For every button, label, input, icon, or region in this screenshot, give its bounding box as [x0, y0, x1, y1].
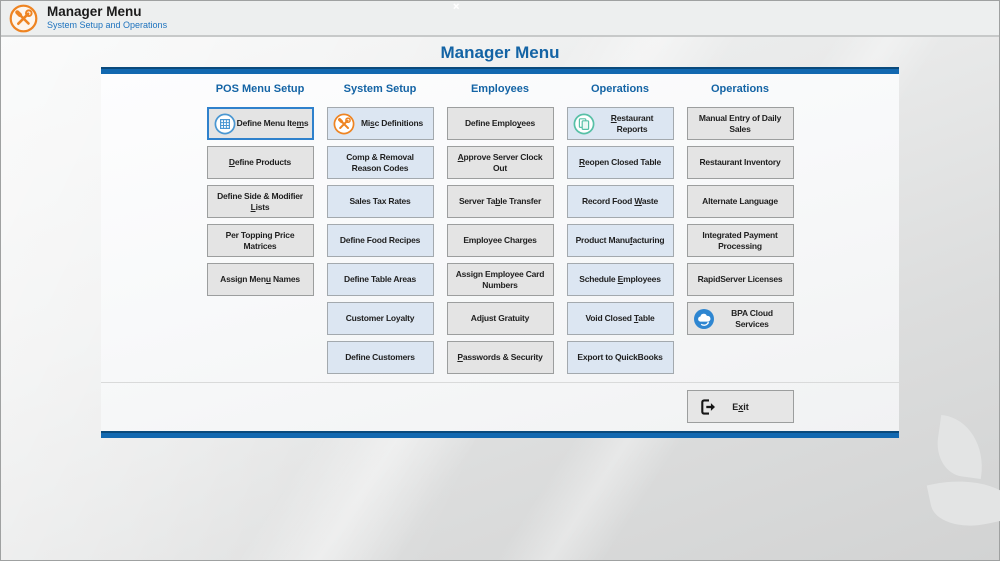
button-comp-and-removal-reason-codes[interactable]: Comp & Removal Reason Codes [327, 146, 434, 179]
menu-column-operations-4: Operations Restaurant Reports Reopen Close… [567, 83, 674, 374]
titleblock: Manager Menu System Setup and Operations [47, 5, 167, 31]
button-label: Product Manufacturing [576, 235, 665, 245]
button-export-to-quickbooks[interactable]: Export to QuickBooks [567, 341, 674, 374]
menu-columns: POS Menu Setup Define Menu Items Define Pr… [101, 74, 899, 374]
exit-row: Exit [101, 383, 899, 431]
button-reopen-closed-table[interactable]: Reopen Closed Table [567, 146, 674, 179]
exit-button[interactable]: Exit [687, 390, 794, 423]
content: POS Menu Setup Define Menu Items Define Pr… [101, 67, 899, 438]
cloud-icon [693, 308, 715, 330]
menu-column-employees-3: Employees Define Employees Approve Server … [447, 83, 554, 374]
button-label: Misc Definitions [361, 118, 423, 128]
button-record-food-waste[interactable]: Record Food Waste [567, 185, 674, 218]
button-label: Define Products [229, 157, 291, 167]
button-alternate-language[interactable]: Alternate Language [687, 185, 794, 218]
button-define-side-and-modifier-lists[interactable]: Define Side & Modifier Lists [207, 185, 314, 218]
button-label: Exit [732, 402, 749, 412]
button-define-menu-items[interactable]: Define Menu Items [207, 107, 314, 140]
button-label: BPA Cloud Services [715, 308, 790, 328]
menu-column-operations-5: Operations Manual Entry of Daily Sales Res… [687, 83, 794, 374]
column-header: Employees [447, 83, 554, 97]
button-label: Assign Employee Card Numbers [451, 269, 550, 289]
button-define-employees[interactable]: Define Employees [447, 107, 554, 140]
button-label: Schedule Employees [579, 274, 660, 284]
button-define-products[interactable]: Define Products [207, 146, 314, 179]
button-label: Define Food Recipes [340, 235, 420, 245]
button-passwords-and-security[interactable]: Passwords & Security [447, 341, 554, 374]
page-title: Manager Menu [1, 37, 999, 67]
titlebar: Manager Menu System Setup and Operations… [1, 1, 999, 37]
button-label: Restaurant Inventory [699, 157, 780, 167]
button-assign-employee-card-numbers[interactable]: Assign Employee Card Numbers [447, 263, 554, 296]
column-header: Operations [687, 83, 794, 97]
button-label: Define Menu Items [237, 118, 309, 128]
button-rapidserver-licenses[interactable]: RapidServer Licenses [687, 263, 794, 296]
button-sales-tax-rates[interactable]: Sales Tax Rates [327, 185, 434, 218]
button-schedule-employees[interactable]: Schedule Employees [567, 263, 674, 296]
button-label: Approve Server Clock Out [451, 152, 550, 172]
button-label: Restaurant Reports [595, 113, 670, 133]
button-label: Record Food Waste [582, 196, 658, 206]
button-server-table-transfer[interactable]: Server Table Transfer [447, 185, 554, 218]
menu-column-pos-menu-setup-1: POS Menu Setup Define Menu Items Define Pr… [207, 83, 314, 374]
manager-menu-window: Manager Menu System Setup and Operations… [0, 0, 1000, 561]
button-label: Integrated Payment Processing [691, 230, 790, 250]
button-label: Manual Entry of Daily Sales [691, 113, 790, 133]
button-assign-menu-names[interactable]: Assign Menu Names [207, 263, 314, 296]
column-header: Operations [567, 83, 674, 97]
button-label: Void Closed Table [585, 313, 654, 323]
button-label: Export to QuickBooks [577, 352, 662, 362]
button-label: Employee Charges [463, 235, 536, 245]
reports-icon [573, 113, 595, 135]
button-customer-loyalty[interactable]: Customer Loyalty [327, 302, 434, 335]
button-define-customers[interactable]: Define Customers [327, 341, 434, 374]
button-define-table-areas[interactable]: Define Table Areas [327, 263, 434, 296]
button-employee-charges[interactable]: Employee Charges [447, 224, 554, 257]
button-integrated-payment-processing[interactable]: Integrated Payment Processing [687, 224, 794, 257]
button-label: Customer Loyalty [346, 313, 415, 323]
exit-icon [697, 396, 719, 418]
button-label: Reopen Closed Table [579, 157, 661, 167]
button-restaurant-inventory[interactable]: Restaurant Inventory [687, 146, 794, 179]
menu-grid-icon [214, 113, 236, 135]
button-label: Define Table Areas [344, 274, 416, 284]
button-label: Define Side & Modifier Lists [211, 191, 310, 211]
button-bpa-cloud-services[interactable]: BPA Cloud Services [687, 302, 794, 335]
main-area: Manager Menu POS Menu Setup Define Menu I… [1, 37, 999, 438]
button-product-manufacturing[interactable]: Product Manufacturing [567, 224, 674, 257]
column-header: POS Menu Setup [207, 83, 314, 97]
tools-icon [333, 113, 355, 135]
button-define-food-recipes[interactable]: Define Food Recipes [327, 224, 434, 257]
button-approve-server-clock-out[interactable]: Approve Server Clock Out [447, 146, 554, 179]
app-subtitle: System Setup and Operations [47, 21, 167, 30]
button-label: Comp & Removal Reason Codes [331, 152, 430, 172]
button-label: Assign Menu Names [220, 274, 300, 284]
watermark-petal [927, 468, 1000, 535]
button-per-topping-price-matrices[interactable]: Per Topping Price Matrices [207, 224, 314, 257]
button-label: Alternate Language [702, 196, 778, 206]
menu-panel: POS Menu Setup Define Menu Items Define Pr… [101, 74, 899, 431]
top-blue-rule [101, 67, 899, 74]
app-logo-tools-icon [9, 4, 38, 33]
bottom-blue-rule [101, 431, 899, 438]
button-adjust-gratuity[interactable]: Adjust Gratuity [447, 302, 554, 335]
button-label: Per Topping Price Matrices [211, 230, 310, 250]
button-misc-definitions[interactable]: Misc Definitions [327, 107, 434, 140]
button-label: Define Employees [465, 118, 535, 128]
button-restaurant-reports[interactable]: Restaurant Reports [567, 107, 674, 140]
button-void-closed-table[interactable]: Void Closed Table [567, 302, 674, 335]
button-label: Sales Tax Rates [349, 196, 410, 206]
button-label: Server Table Transfer [459, 196, 541, 206]
button-label: Define Customers [345, 352, 415, 362]
close-icon[interactable]: × [453, 1, 459, 13]
button-label: Adjust Gratuity [471, 313, 529, 323]
column-header: System Setup [327, 83, 434, 97]
button-manual-entry-of-daily-sales[interactable]: Manual Entry of Daily Sales [687, 107, 794, 140]
app-title: Manager Menu [47, 5, 167, 19]
button-label: RapidServer Licenses [698, 274, 783, 284]
menu-column-system-setup-2: System Setup Misc Definitions Comp & Remov… [327, 83, 434, 374]
button-label: Passwords & Security [457, 352, 542, 362]
